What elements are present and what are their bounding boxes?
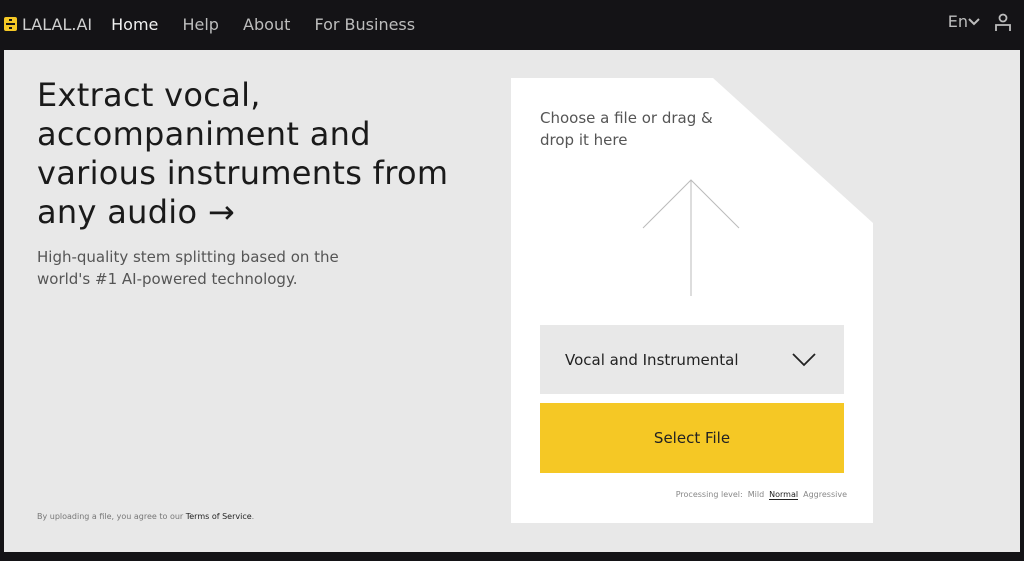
terms-notice: By uploading a file, you agree to our Te… (37, 512, 254, 521)
nav-home[interactable]: Home (111, 15, 158, 34)
stem-type-dropdown[interactable]: Vocal and Instrumental (540, 325, 844, 394)
nav-about[interactable]: About (243, 15, 290, 34)
nav-for-business[interactable]: For Business (314, 15, 415, 34)
user-icon[interactable] (994, 13, 1012, 31)
processing-level-label: Processing level: (675, 490, 743, 499)
chevron-down-icon (792, 353, 816, 367)
hero-title: Extract vocal, accompaniment and various… (37, 76, 449, 231)
logo-text: LALAL.AI (22, 14, 93, 34)
level-normal[interactable]: Normal (769, 490, 799, 500)
top-nav: LALAL.AI Home Help About For Business En (0, 0, 1024, 48)
logo[interactable]: LALAL.AI (4, 15, 92, 34)
header-actions: En (948, 12, 1012, 31)
hero-subtitle: High-quality stem splitting based on the… (37, 248, 339, 288)
terms-of-service-link[interactable]: Terms of Service (186, 512, 252, 521)
chevron-down-icon (968, 17, 980, 25)
level-aggressive[interactable]: Aggressive (803, 490, 847, 500)
language-selector[interactable]: En (948, 12, 980, 31)
terms-prefix: By uploading a file, you agree to our (37, 512, 186, 521)
stem-type-value: Vocal and Instrumental (565, 350, 739, 369)
processing-level: Processing level: Mild Normal Aggressive (676, 490, 847, 500)
main-panel: Extract vocal, accompaniment and various… (4, 50, 1020, 552)
upload-card[interactable]: Choose a file or drag & drop it here Voc… (511, 78, 873, 523)
logo-icon (4, 17, 17, 31)
level-mild[interactable]: Mild (748, 490, 764, 500)
nav-help[interactable]: Help (182, 15, 218, 34)
terms-suffix: . (251, 512, 255, 521)
upload-arrow-icon (642, 179, 740, 296)
select-file-button[interactable]: Select File (540, 403, 844, 473)
language-label: En (947, 12, 968, 31)
drop-zone-prompt[interactable]: Choose a file or drag & drop it here (540, 107, 740, 151)
main-nav: Home Help About For Business (92, 15, 415, 34)
